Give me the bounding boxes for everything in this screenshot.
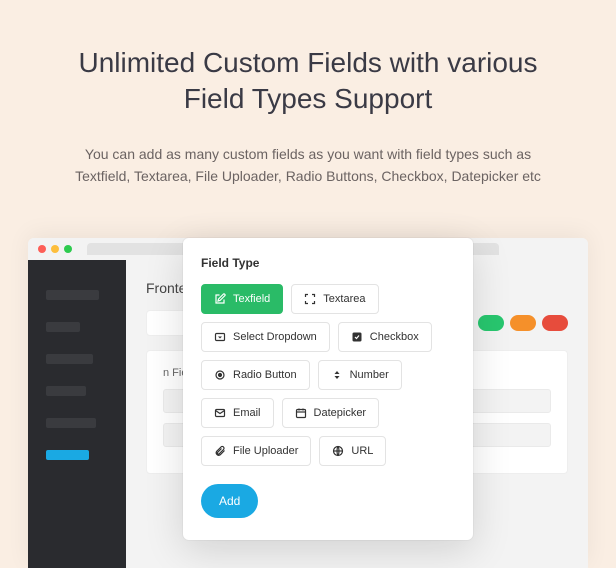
option-number[interactable]: Number [318,360,402,390]
sort-icon [331,369,343,381]
option-label: Radio Button [233,369,297,381]
option-url[interactable]: URL [319,436,386,466]
field-type-popover: Field Type Texfield Textarea Select Drop… [183,238,473,540]
option-radio-button[interactable]: Radio Button [201,360,310,390]
page-description: You can add as many custom fields as you… [60,143,556,188]
field-type-options: Texfield Textarea Select Dropdown Checkb… [201,284,455,466]
sidebar-item[interactable] [46,386,86,396]
sidebar-item[interactable] [46,354,93,364]
option-label: Checkbox [370,331,419,343]
close-icon[interactable] [38,245,46,253]
option-textarea[interactable]: Textarea [291,284,378,314]
option-label: Textarea [323,293,365,305]
option-label: Number [350,369,389,381]
mail-icon [214,407,226,419]
dropdown-icon [214,331,226,343]
popover-title: Field Type [201,256,455,270]
status-pills [478,310,568,336]
sidebar-item[interactable] [46,290,99,300]
tab-placeholder[interactable] [87,243,187,255]
add-button[interactable]: Add [201,484,258,518]
sidebar [28,260,126,568]
option-file-uploader[interactable]: File Uploader [201,436,311,466]
globe-icon [332,445,344,457]
option-checkbox[interactable]: Checkbox [338,322,432,352]
radio-icon [214,369,226,381]
paperclip-icon [214,445,226,457]
minimize-icon[interactable] [51,245,59,253]
option-email[interactable]: Email [201,398,274,428]
option-label: Email [233,407,261,419]
option-label: File Uploader [233,445,298,457]
calendar-icon [295,407,307,419]
sidebar-item[interactable] [46,322,80,332]
sidebar-item-active[interactable] [46,450,89,460]
status-badge [542,315,568,331]
option-label: Select Dropdown [233,331,317,343]
page-title: Unlimited Custom Fields with various Fie… [60,45,556,118]
status-badge [510,315,536,331]
edit-icon [214,293,226,305]
option-label: Texfield [233,293,270,305]
maximize-icon[interactable] [64,245,72,253]
option-label: Datepicker [314,407,367,419]
mockup-stage: Fronte n Field [28,238,588,568]
checkbox-icon [351,331,363,343]
expand-icon [304,293,316,305]
option-datepicker[interactable]: Datepicker [282,398,380,428]
option-select-dropdown[interactable]: Select Dropdown [201,322,330,352]
option-textfield[interactable]: Texfield [201,284,283,314]
status-badge [478,315,504,331]
option-label: URL [351,445,373,457]
hero: Unlimited Custom Fields with various Fie… [0,0,616,208]
sidebar-item[interactable] [46,418,96,428]
